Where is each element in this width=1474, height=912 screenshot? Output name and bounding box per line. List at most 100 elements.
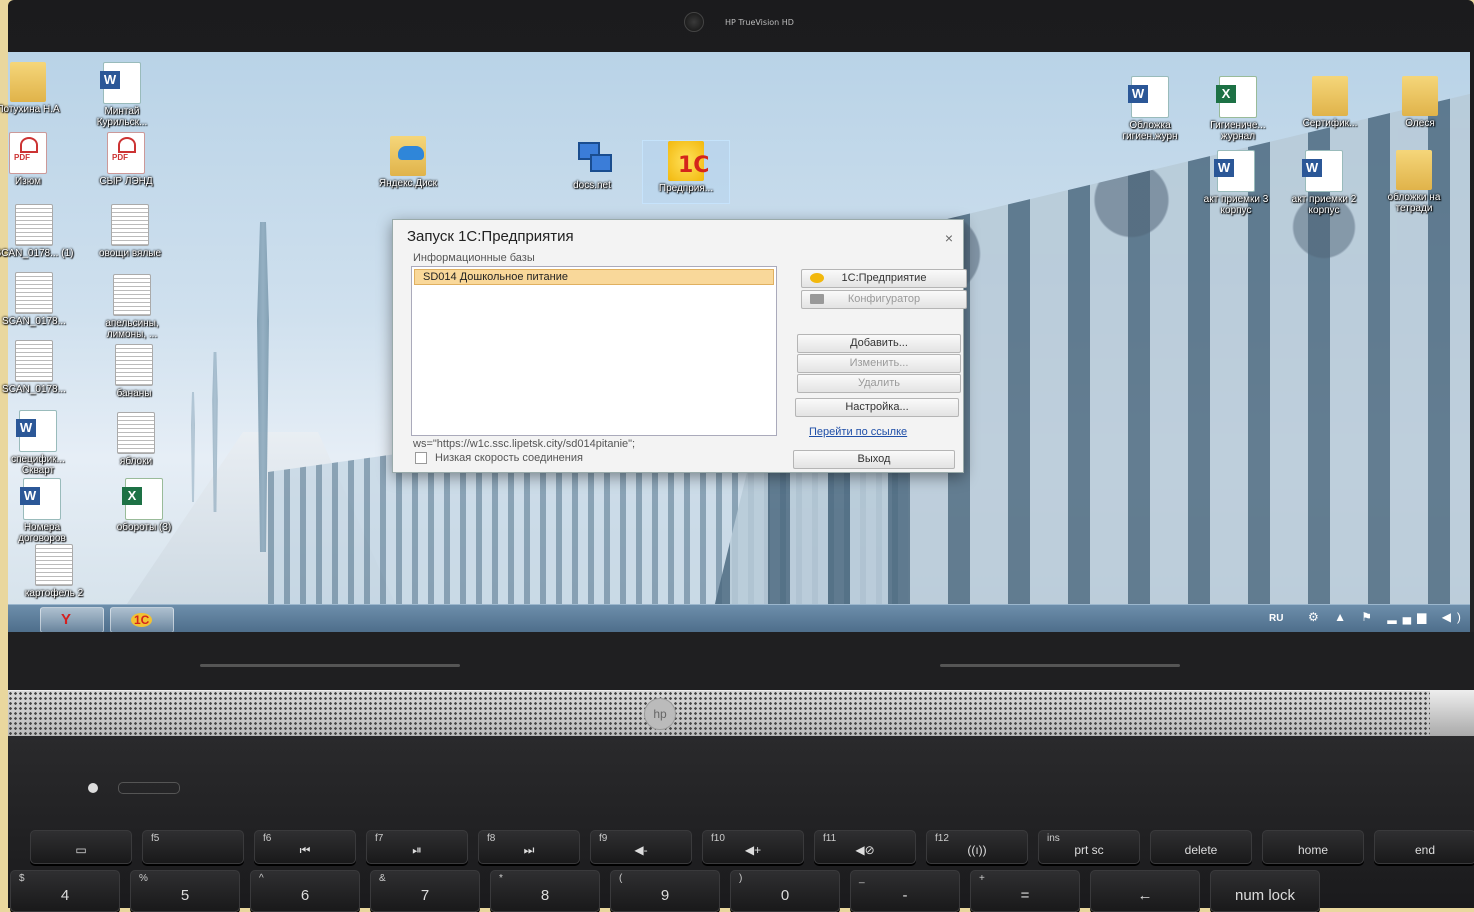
enterprise-button[interactable]: 1С:Предприятие [801,269,967,288]
keyboard-key[interactable]: f11 ◀⊘ [814,830,916,864]
checkbox-icon[interactable] [415,452,427,464]
system-tray-icons[interactable]: ⚙ ▲ ⚑ ▂▄▆ ◀) [1308,610,1467,624]
hp-logo: hp [644,698,676,730]
desktop-icon[interactable]: картофель 2 [14,544,94,599]
word-doc-icon [16,410,57,452]
settings-button[interactable]: Настройка... [795,398,959,417]
add-button[interactable]: Добавить... [797,334,961,353]
language-indicator[interactable]: RU [1269,613,1283,624]
yandex-disk-icon [390,136,426,176]
desktop-icon[interactable]: docs.net [552,138,632,191]
key-label: ⏭ [523,843,535,857]
scan-doc-icon [115,344,153,386]
desktop-icon[interactable]: Олеся [1380,72,1460,129]
keyboard-key[interactable]: home [1262,830,1364,864]
folder-icon [1312,72,1348,116]
keyboard-key[interactable]: % 5 [130,870,240,912]
desktop-icon[interactable]: Обложка гигиен.журн [1110,76,1190,142]
desktop-icon[interactable]: обложки на тетради [1374,146,1454,214]
screen-bezel-bottom [8,632,1474,690]
keyboard-key[interactable]: num lock [1210,870,1320,912]
slow-connection-checkbox[interactable]: Низкая скорость соединения [415,452,583,464]
keyboard-key[interactable]: f5 [142,830,244,864]
open-link-button[interactable]: Перейти по ссылке [809,426,907,438]
key-label: 9 [660,887,670,904]
desktop-icon[interactable]: Потухина Н.А [0,58,68,115]
key-label: - [902,887,908,904]
keyboard-key[interactable]: f8 ⏭ [478,830,580,864]
keyboard-key[interactable]: & 7 [370,870,480,912]
desktop-icon[interactable]: апельсины, лимоны, ... [92,274,172,340]
desktop-icon[interactable]: акт приемки 3 корпус [1196,150,1276,216]
desktop-icon-1c[interactable]: Предприя... [642,140,730,204]
keyboard-key[interactable]: ← [1090,870,1200,912]
desktop-icon[interactable]: Минтай Курильск... [82,62,162,128]
exit-button[interactable]: Выход [793,450,955,469]
keyboard-key[interactable]: end [1374,830,1474,864]
close-icon[interactable]: × [945,230,953,246]
keyboard-key[interactable]: f10 ◀+ [702,830,804,864]
keyboard-key[interactable]: delete [1150,830,1252,864]
infobase-connection-string: ws="https://w1c.ssc.lipetsk.city/sd014pi… [413,438,636,450]
status-slot [118,782,180,794]
desktop-icon[interactable]: Гигиениче... журнал [1198,76,1278,142]
desktop-icon[interactable]: яблоки [96,412,176,467]
hinge-line [940,664,1180,667]
key-label: 5 [180,887,190,904]
hinge-line [200,664,460,667]
key-label: ⏯ [412,843,422,857]
keyboard-key[interactable]: $4 [10,870,120,912]
key-secondary-label: _ [859,873,865,884]
taskbar-app-1c[interactable]: 1С [110,607,174,633]
desktop-icon[interactable]: СЫР ЛЭНД [86,132,166,187]
key-label: prt sc [1074,843,1104,857]
scan-doc-icon [15,340,53,382]
key-secondary-label: ) [739,873,743,884]
keyboard-key[interactable]: f7 ⏯ [366,830,468,864]
desktop-icon[interactable]: акт приемки 2 корпус [1284,150,1364,216]
launch-1c-dialog: Запуск 1С:Предприятия × Информационные б… [392,219,967,473]
keyboard-key[interactable]: ins prt sc [1038,830,1140,864]
key-label: ◀- [634,843,648,857]
key-label: = [1020,887,1030,904]
key-secondary-label: ( [619,873,623,884]
list-item[interactable]: SD014 Дошкольное питание [414,269,774,285]
pdf-icon [9,132,47,174]
keyboard-key[interactable]: f9 ◀- [590,830,692,864]
key-label: ← [1137,887,1153,904]
desktop-icon[interactable]: Сертифик... [1290,72,1370,129]
desktop-icon[interactable]: специфик... Скварт [0,410,78,476]
key-label: ◀+ [744,843,762,857]
desktop-icon[interactable]: бананы [94,344,174,399]
keyboard-key[interactable]: ▭ [30,830,132,864]
desktop-icon[interactable]: SCAN_0178... (1) [0,204,74,259]
keyboard-key[interactable]: * 8 [490,870,600,912]
desktop-icon[interactable]: SCAN_0178... [0,340,74,395]
keyboard-key[interactable]: f6 ⏮ [254,830,356,864]
desktop-icon[interactable]: овощи вялые [90,204,170,259]
keyboard-key[interactable]: ) 0 [730,870,840,912]
scan-doc-icon [15,272,53,314]
desktop-icon[interactable]: Яндекс.Диск [368,136,448,189]
key-secondary-label: + [979,873,985,884]
scan-doc-icon [35,544,73,586]
infobase-list[interactable]: SD014 Дошкольное питание [411,266,777,436]
desktop-icon[interactable]: обороты (3) [104,478,184,533]
delete-button[interactable]: Удалить [797,374,961,393]
folder-icon [1402,72,1438,116]
key-secondary-label: f5 [151,833,160,844]
desktop-icon[interactable]: Изюм [0,132,68,187]
desktop-icon[interactable]: SCAN_0178... [0,272,74,327]
camera-label: HP TrueVision HD [725,18,794,27]
key-secondary-label: & [379,873,386,884]
taskbar-app-yandex[interactable]: Y [40,607,104,633]
keyboard-key[interactable]: _ - [850,870,960,912]
keyboard-key[interactable]: + = [970,870,1080,912]
configurator-button[interactable]: Конфигуратор [801,290,967,309]
keyboard-key[interactable]: (9 [610,870,720,912]
key-label: 0 [780,887,790,904]
edit-button[interactable]: Изменить... [797,354,961,373]
keyboard-key[interactable]: f12 ((ı)) [926,830,1028,864]
desktop-icon[interactable]: Номера договоров [2,478,82,544]
keyboard-key[interactable]: ^ 6 [250,870,360,912]
